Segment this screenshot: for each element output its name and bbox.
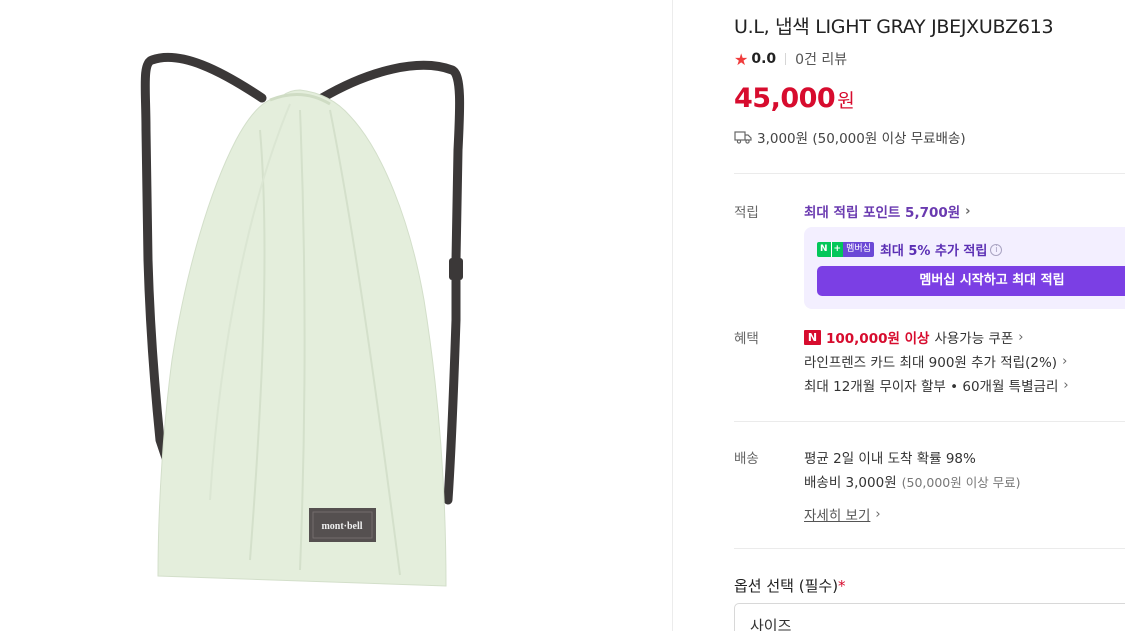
strap-buckle (449, 258, 463, 280)
membership-box: N + 멤버십 최대 5% 추가 적립 i 멤버십 시작하고 최대 적립 (804, 227, 1125, 309)
price-unit: 원 (837, 90, 855, 112)
coupon-link[interactable]: N 100,000원 이상 사용가능 쿠폰 › (804, 327, 1023, 347)
card-benefit-link[interactable]: 라인프렌즈 카드 최대 900원 추가 적립(2%) › (804, 351, 1068, 372)
shipping-text: 3,000원 (50,000원 이상 무료배송) (757, 131, 966, 147)
required-mark: * (838, 577, 846, 595)
delivery-fee: 배송비 3,000원 (50,000원 이상 무료) (804, 471, 1021, 492)
card-benefit-text: 라인프렌즈 카드 최대 900원 추가 적립(2%) (804, 355, 1058, 371)
option-title-text: 옵션 선택 (필수) (734, 577, 839, 595)
max-points-amount: 5,700원 (905, 205, 961, 221)
product-info-panel: U.L, 냅색 LIGHT GRAY JBEJXUBZ613 ★ 0.0 0건 … (673, 0, 1125, 631)
arrival-info: 평균 2일 이내 도착 확률 98% (804, 451, 976, 467)
info-icon[interactable]: i (990, 243, 1003, 256)
price-value: 45,000 (734, 83, 836, 114)
divider (734, 173, 1125, 174)
review-count-link[interactable]: 0건 리뷰 (795, 49, 847, 69)
chevron-right-icon: › (1018, 329, 1024, 345)
product-title: U.L, 냅색 LIGHT GRAY JBEJXUBZ613 (734, 16, 1054, 38)
option-select-title: 옵션 선택 (필수)* (734, 575, 846, 596)
rating-separator (785, 53, 787, 65)
membership-info: N + 멤버십 최대 5% 추가 적립 i (817, 240, 1003, 259)
chevron-right-icon: › (1063, 377, 1069, 393)
product-image: mont·bell (140, 52, 465, 587)
rating-row[interactable]: ★ 0.0 0건 리뷰 (734, 49, 847, 69)
product-image-area: mont·bell (0, 0, 672, 631)
installment-text: 최대 12개월 무이자 할부 • 60개월 특별금리 (804, 379, 1059, 395)
points-label: 적립 (734, 205, 759, 221)
delivery-fee-text: 배송비 3,000원 (804, 475, 897, 491)
divider (734, 421, 1125, 422)
installment-link[interactable]: 최대 12개월 무이자 할부 • 60개월 특별금리 › (804, 375, 1069, 396)
delivery-fee-note: (50,000원 이상 무료) (901, 474, 1021, 490)
rating-score: 0.0 (751, 51, 777, 67)
brand-label-text: mont·bell (321, 521, 362, 532)
chevron-right-icon: › (1062, 353, 1068, 369)
size-select[interactable]: 사이즈 (734, 603, 1125, 631)
coupon-text: 사용가능 쿠폰 (934, 331, 1014, 347)
max-points-text: 최대 적립 포인트 (804, 205, 901, 221)
benefits-label: 혜택 (734, 331, 759, 347)
details-link-text: 자세히 보기 (804, 508, 871, 524)
max-points-link[interactable]: 최대 적립 포인트 5,700원 › (804, 201, 971, 222)
delivery-details-link[interactable]: 자세히 보기 › (804, 504, 881, 525)
naver-coupon-icon: N (804, 329, 821, 345)
membership-text: 최대 5% 추가 적립 (879, 244, 988, 259)
star-icon: ★ (734, 49, 749, 69)
chevron-right-icon: › (875, 506, 881, 522)
size-select-placeholder: 사이즈 (750, 617, 792, 631)
naver-plus-membership-badge: N + 멤버십 (817, 242, 874, 257)
truck-icon (734, 130, 752, 144)
price-row: 45,000 원 (734, 83, 855, 114)
shipping-row: 3,000원 (50,000원 이상 무료배송) (734, 127, 966, 147)
divider (734, 548, 1125, 549)
chevron-right-icon: › (965, 203, 971, 219)
delivery-label: 배송 (734, 451, 759, 467)
membership-start-button[interactable]: 멤버십 시작하고 최대 적립 (817, 266, 1125, 296)
coupon-amount: 100,000원 이상 (826, 331, 930, 347)
